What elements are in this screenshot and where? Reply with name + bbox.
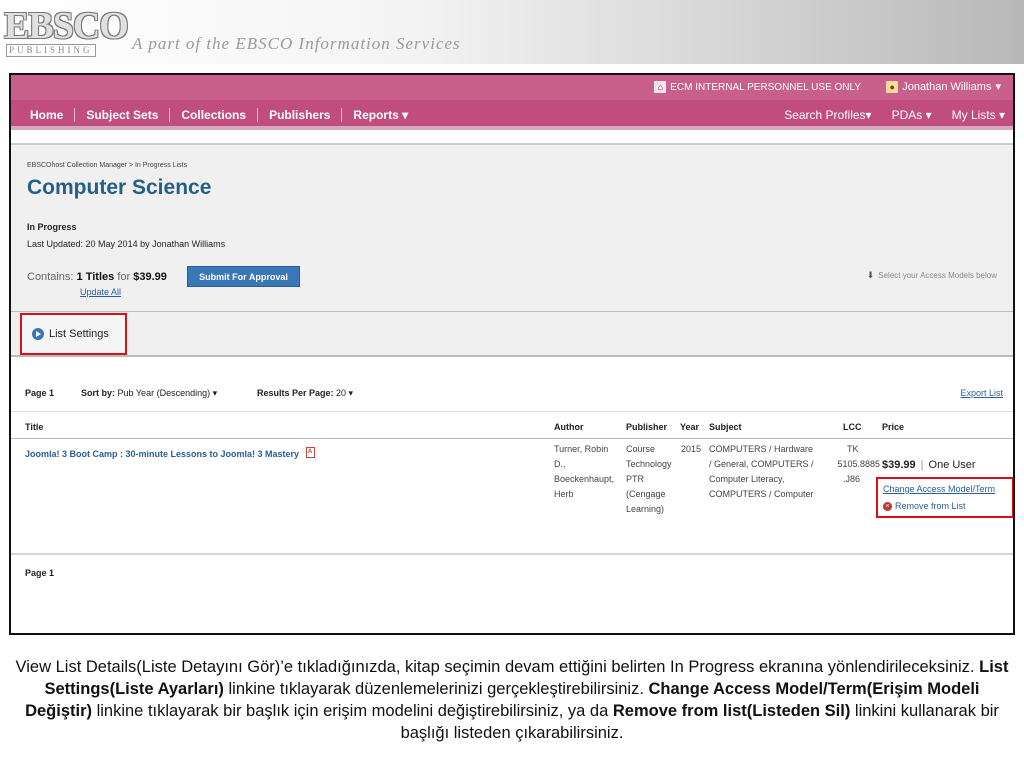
sort-label: Sort by: (81, 388, 116, 398)
author-cell: Turner, Robin D., Boeckenhaupt, Herb (554, 442, 614, 502)
contains-summary: Contains: 1 Titles for $39.99 (27, 271, 167, 283)
ecm-notice: ⌂ ECM INTERNAL PERSONNEL USE ONLY (654, 81, 861, 93)
license-type: One User (928, 459, 976, 471)
slide-caption: View List Details(Liste Detayını Gör)’e … (10, 656, 1014, 744)
for-label: for (117, 271, 131, 283)
page-title: Computer Science (27, 176, 212, 199)
expand-arrow-icon (32, 328, 44, 340)
update-all-link[interactable]: Update All (80, 287, 121, 297)
col-subject[interactable]: Subject (709, 422, 742, 432)
top-bar: ⌂ ECM INTERNAL PERSONNEL USE ONLY ● Jona… (11, 75, 1013, 100)
nav-reports[interactable]: Reports ▾ (342, 108, 419, 122)
subject-line: Computer Literacy, (709, 474, 785, 484)
nav-publishers[interactable]: Publishers (258, 108, 343, 122)
last-updated: Last Updated: 20 May 2014 by Jonathan Wi… (27, 239, 226, 249)
caption-text-1: View List Details(Liste Detayını Gör)’e … (15, 658, 980, 676)
list-header: EBSCOhost Collection Manager > In Progre… (11, 143, 1013, 311)
book-title-cell: Joomla! 3 Boot Camp : 30-minute Lessons … (25, 447, 315, 462)
app-screenshot: ⌂ ECM INTERNAL PERSONNEL USE ONLY ● Jona… (9, 73, 1015, 635)
nav-subject-sets[interactable]: Subject Sets (75, 108, 171, 122)
user-icon: ● (886, 80, 899, 93)
settings-bar: List Settings (11, 311, 1013, 357)
lcc-line: 5105.8885 (837, 459, 880, 469)
price-value: $39.99 (882, 459, 916, 471)
pdf-icon[interactable]: A (305, 447, 315, 458)
table-row: Joomla! 3 Boot Camp : 30-minute Lessons … (11, 440, 1013, 555)
nav-my-lists[interactable]: My Lists ▾ (952, 108, 1005, 122)
access-model-hint: ⬇ Select your Access Models below (867, 270, 997, 281)
remove-from-list-label: Remove from List (895, 501, 966, 511)
sort-dropdown[interactable]: Sort by: Pub Year (Descending) ▾ (81, 388, 217, 399)
author-line: D., (554, 459, 566, 469)
subject-line: / General, COMPUTERS / (709, 459, 814, 469)
remove-icon: × (883, 501, 892, 511)
lcc-line: .J86 (843, 474, 861, 484)
table-header: Title Author Publisher Year Subject LCC … (11, 411, 1013, 439)
total-price: $39.99 (133, 271, 167, 283)
book-title-link[interactable]: Joomla! 3 Boot Camp : 30-minute Lessons … (25, 449, 299, 459)
author-line: Herb (554, 489, 574, 499)
access-hint-text: Select your Access Models below (878, 271, 997, 280)
banner: EBSCO PUBLISHING A part of the EBSCO Inf… (0, 0, 1024, 64)
lcc-cell: TK 5105.8885 .J86 (829, 442, 880, 487)
col-price[interactable]: Price (882, 422, 904, 432)
lcc-line: TK (847, 444, 859, 454)
results-value: 20 ▾ (336, 388, 354, 398)
row-actions: Change Access Model/Term × Remove from L… (876, 477, 1013, 518)
titles-count: 1 Titles (76, 271, 115, 283)
publisher-line: Learning) (626, 504, 665, 514)
contains-label: Contains: (27, 271, 74, 283)
publisher-line: (Cengage (626, 489, 666, 499)
subject-line: COMPUTERS / Computer (709, 489, 814, 499)
banner-tagline: A part of the EBSCO Information Services (132, 34, 461, 53)
sort-value: Pub Year (Descending) ▾ (117, 388, 218, 398)
nav-home[interactable]: Home (19, 108, 76, 122)
caption-text-2: linkine tıklayarak düzenlemelerinizi ger… (223, 680, 649, 698)
logo-subtitle: PUBLISHING (6, 44, 96, 57)
publisher-cell: Course Technology PTR (Cengage Learning) (626, 442, 672, 517)
list-settings-label: List Settings (49, 328, 109, 340)
year-cell: 2015 (681, 444, 702, 454)
nav-search-profiles[interactable]: Search Profiles▾ (784, 108, 871, 122)
col-lcc[interactable]: LCC (843, 422, 862, 432)
price-divider: | (920, 459, 924, 471)
col-year[interactable]: Year (680, 422, 699, 432)
submit-for-approval-button[interactable]: Submit For Approval (187, 266, 300, 287)
results-label: Results Per Page: (257, 388, 334, 398)
ecm-notice-text: ECM INTERNAL PERSONNEL USE ONLY (670, 81, 861, 93)
col-publisher[interactable]: Publisher (626, 422, 667, 432)
nav-collections[interactable]: Collections (170, 108, 259, 122)
results-per-page-dropdown[interactable]: Results Per Page: 20 ▾ (257, 388, 353, 399)
col-title[interactable]: Title (25, 422, 43, 432)
list-settings-toggle[interactable]: List Settings (20, 313, 127, 355)
subject-cell: COMPUTERS / Hardware / General, COMPUTER… (709, 442, 814, 502)
price-cell: $39.99 | One User (882, 458, 976, 473)
list-status: In Progress (27, 222, 77, 232)
author-line: Turner, Robin (554, 444, 609, 454)
change-access-model-link[interactable]: Change Access Model/Term (883, 484, 995, 494)
col-author[interactable]: Author (554, 422, 584, 432)
caption-text-3: linkine tıklayarak bir başlık için erişi… (92, 702, 613, 720)
breadcrumb[interactable]: EBSCOhost Collection Manager > In Progre… (27, 162, 187, 169)
subject-line: COMPUTERS / Hardware (709, 444, 814, 454)
page-indicator: Page 1 (25, 388, 55, 398)
results-toolbar: Page 1 Sort by: Pub Year (Descending) ▾ … (25, 388, 1003, 402)
author-line: Boeckenhaupt, (554, 474, 615, 484)
building-icon: ⌂ (654, 81, 667, 93)
publisher-line: PTR (626, 474, 644, 484)
arrow-down-icon: ⬇ (866, 270, 875, 280)
nav-pdas[interactable]: PDAs ▾ (892, 108, 932, 122)
publisher-line: Course (626, 444, 656, 454)
ebsco-logo: EBSCO PUBLISHING (4, 5, 129, 58)
publisher-line: Technology (626, 459, 672, 469)
caption-bold-3: Remove from list(Listeden Sil) (612, 702, 851, 720)
chevron-down-icon: ▾ (995, 81, 1001, 93)
user-menu[interactable]: ● Jonathan Williams ▾ (886, 80, 1001, 93)
page-indicator-bottom: Page 1 (25, 568, 55, 578)
logo-wordmark: EBSCO (4, 5, 129, 47)
user-name: Jonathan Williams (902, 80, 992, 93)
main-nav: Home Subject Sets Collections Publishers… (11, 100, 1013, 130)
export-list-link[interactable]: Export List (960, 388, 1003, 398)
remove-from-list-link[interactable]: × Remove from List (883, 501, 966, 511)
